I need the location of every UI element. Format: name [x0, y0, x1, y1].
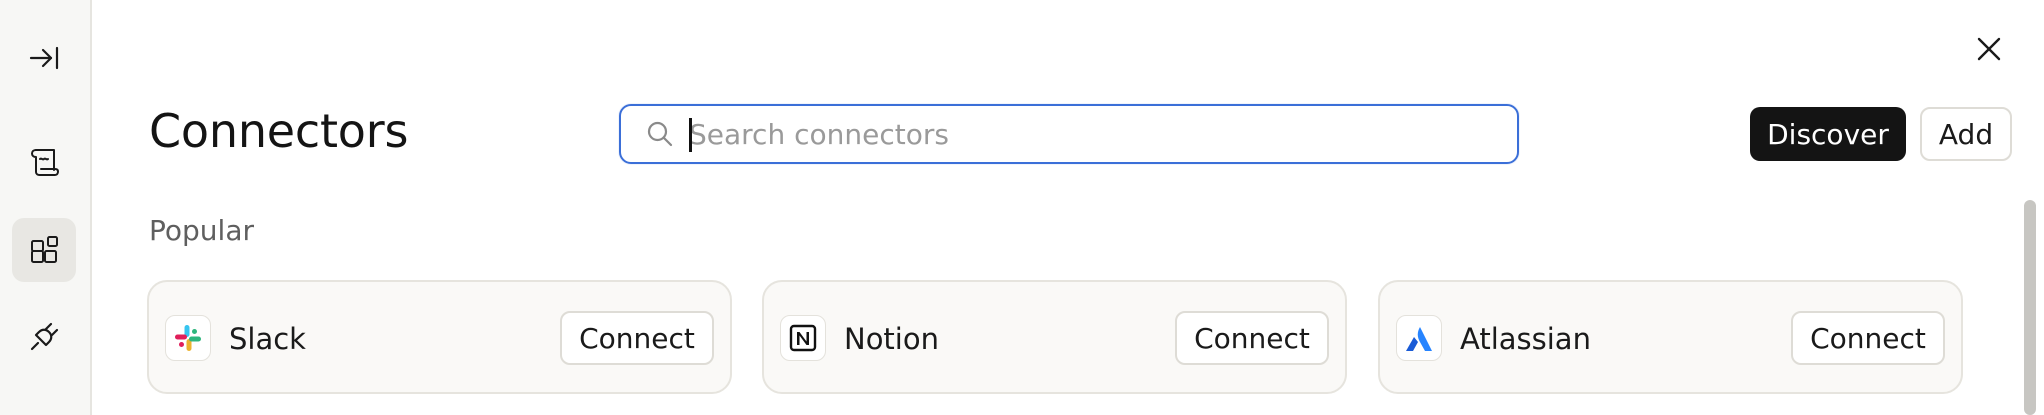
close-icon [1977, 37, 2001, 61]
connectors-grid-icon [31, 236, 58, 263]
expand-sidebar-button[interactable] [12, 26, 76, 90]
text-caret [689, 118, 692, 152]
scrollbar-thumb[interactable] [2024, 200, 2036, 415]
search-input[interactable] [689, 114, 1489, 154]
connector-card-slack[interactable]: Slack Connect [147, 280, 732, 394]
plug-button[interactable] [12, 305, 76, 369]
connector-name: Atlassian [1460, 322, 1591, 356]
connector-name: Notion [844, 322, 939, 356]
plug-icon [30, 322, 59, 351]
connect-button-notion[interactable]: Connect [1175, 311, 1329, 365]
notion-icon [780, 315, 826, 361]
connector-card-notion[interactable]: Notion Connect [762, 280, 1347, 394]
search-box[interactable] [619, 104, 1519, 164]
connectors-nav-button[interactable] [12, 218, 76, 282]
add-button[interactable]: Add [1920, 107, 2012, 161]
expand-sidebar-icon [29, 46, 59, 70]
connectors-dialog: Connectors Discover Add Popular [0, 0, 2044, 415]
scroll-button[interactable] [12, 130, 76, 194]
left-rail [0, 0, 92, 415]
scroll-icon [31, 149, 59, 176]
atlassian-icon [1396, 315, 1442, 361]
slack-icon [165, 315, 211, 361]
connector-name: Slack [229, 322, 306, 356]
section-label-popular: Popular [149, 214, 254, 247]
search-icon [645, 119, 675, 149]
page-title: Connectors [149, 104, 409, 158]
close-button[interactable] [1972, 32, 2006, 66]
discover-button[interactable]: Discover [1750, 107, 1906, 161]
connect-button-atlassian[interactable]: Connect [1791, 311, 1945, 365]
connect-button-slack[interactable]: Connect [560, 311, 714, 365]
connector-card-atlassian[interactable]: Atlassian Connect [1378, 280, 1963, 394]
